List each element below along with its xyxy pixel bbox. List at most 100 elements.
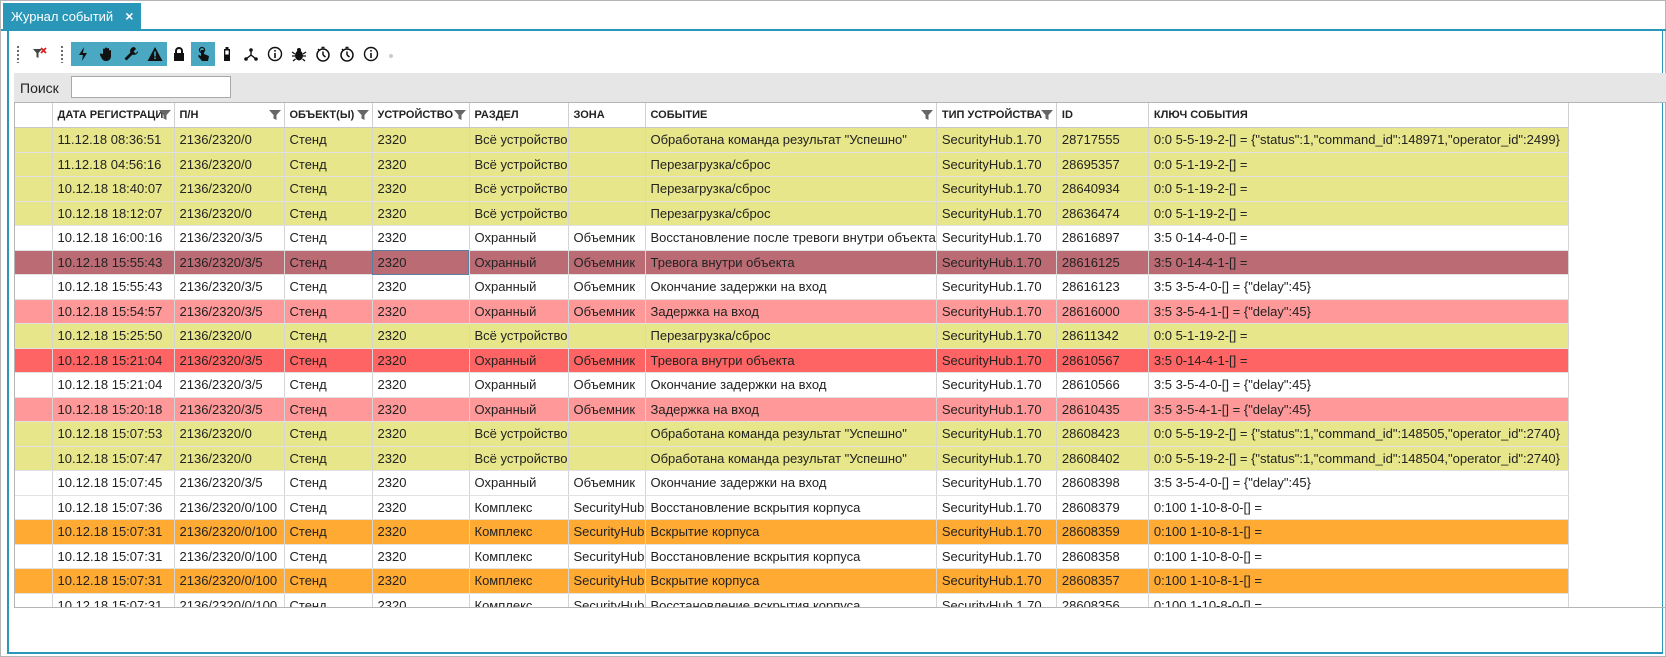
table-cell[interactable]: 2320 [372, 348, 470, 373]
table-cell[interactable]: 10.12.18 15:54:57 [52, 299, 175, 324]
table-cell[interactable]: 10.12.18 15:07:31 [52, 544, 175, 569]
table-row[interactable]: 10.12.18 15:54:57 2136/2320/3/5 Стенд 2320 О… [15, 299, 1569, 324]
table-cell[interactable]: Вскрытие корпуса [645, 519, 937, 545]
table-cell[interactable]: 0:100 1-10-8-1-[] = [1148, 519, 1569, 545]
search-input[interactable] [71, 76, 231, 98]
table-cell[interactable]: Окончание задержки на вход [645, 274, 937, 300]
table-cell[interactable]: 0:100 1-10-8-1-[] = [1148, 568, 1569, 594]
table-cell[interactable] [15, 544, 53, 569]
table-cell[interactable]: Стенд [284, 470, 373, 496]
table-cell[interactable]: 28610435 [1056, 397, 1149, 422]
table-cell[interactable]: Стенд [284, 397, 373, 422]
table-cell[interactable]: 0:100 1-10-8-0-[] = [1148, 544, 1569, 569]
table-cell[interactable]: Восстановление вскрытия корпуса [645, 544, 937, 569]
column-header[interactable]: ТИП УСТРОЙСТВА [936, 103, 1057, 128]
table-cell[interactable]: Стенд [284, 348, 373, 373]
table-cell[interactable]: SecurityHub.1.70 [936, 397, 1057, 422]
table-cell[interactable]: Восстановление вскрытия корпуса [645, 593, 937, 607]
table-cell[interactable]: 10.12.18 18:12:07 [52, 201, 175, 226]
toolbar-grip-icon[interactable] [59, 45, 65, 63]
table-cell[interactable]: SecurityHub.1.70 [936, 152, 1057, 177]
table-row[interactable]: 10.12.18 16:00:16 2136/2320/3/5 Стенд 2320 О… [15, 225, 1569, 251]
toolbar-button-network[interactable] [239, 42, 263, 66]
table-cell[interactable]: 0:100 1-10-8-0-[] = [1148, 593, 1569, 607]
table-cell[interactable]: Всё устройство [469, 201, 569, 226]
table-cell[interactable]: 0:0 5-5-19-2-[] = {"status":1,"command_i… [1148, 127, 1569, 153]
table-cell[interactable] [15, 470, 53, 496]
toolbar-button-lock[interactable] [167, 42, 191, 66]
table-cell[interactable]: 2136/2320/0 [174, 176, 285, 202]
table-cell[interactable]: Обработана команда результат "Успешно" [645, 421, 937, 447]
table-cell[interactable] [15, 372, 53, 398]
table-cell[interactable]: 10.12.18 15:07:53 [52, 421, 175, 447]
table-row[interactable]: 10.12.18 15:07:47 2136/2320/0 Стенд 2320 Всё… [15, 446, 1569, 471]
table-cell[interactable]: SecurityHub.1.70 [936, 176, 1057, 202]
table-cell[interactable]: 10.12.18 15:07:47 [52, 446, 175, 471]
table-cell[interactable]: Стенд [284, 176, 373, 202]
table-cell[interactable]: 2320 [372, 593, 470, 607]
table-cell[interactable]: 2136/2320/3/5 [174, 250, 285, 275]
table-cell[interactable] [568, 201, 646, 226]
table-cell[interactable]: 2136/2320/0/100 [174, 568, 285, 594]
table-cell[interactable] [15, 495, 53, 520]
table-cell[interactable]: SecurityHub [568, 568, 646, 594]
table-cell[interactable]: Комплекс [469, 495, 569, 520]
table-row[interactable]: 10.12.18 15:20:18 2136/2320/3/5 Стенд 2320 О… [15, 397, 1569, 422]
table-cell[interactable]: 28616123 [1056, 274, 1149, 300]
table-cell[interactable]: Всё устройство [469, 176, 569, 202]
table-cell[interactable]: Восстановление после тревоги внутри объе… [645, 225, 937, 251]
table-cell[interactable]: 10.12.18 15:55:43 [52, 274, 175, 300]
table-cell[interactable]: 2136/2320/3/5 [174, 348, 285, 373]
close-icon[interactable]: × [125, 8, 133, 24]
table-cell[interactable]: 2136/2320/3/5 [174, 274, 285, 300]
table-cell[interactable]: Объемник [568, 372, 646, 398]
table-cell[interactable]: Всё устройство [469, 323, 569, 349]
table-cell[interactable]: 2136/2320/0 [174, 421, 285, 447]
table-cell[interactable]: Охранный [469, 372, 569, 398]
table-cell[interactable] [15, 397, 53, 422]
table-cell[interactable]: 28611342 [1056, 323, 1149, 349]
table-cell[interactable]: SecurityHub.1.70 [936, 348, 1057, 373]
table-cell[interactable]: Объемник [568, 397, 646, 422]
table-cell[interactable]: Стенд [284, 495, 373, 520]
table-cell[interactable] [15, 421, 53, 447]
table-cell[interactable]: Обработана команда результат "Успешно" [645, 446, 937, 471]
table-cell[interactable]: Объемник [568, 470, 646, 496]
table-cell[interactable]: Тревога внутри объекта [645, 348, 937, 373]
table-cell[interactable]: 0:0 5-1-19-2-[] = [1148, 176, 1569, 202]
table-cell[interactable] [15, 201, 53, 226]
table-cell[interactable] [15, 176, 53, 202]
toolbar-button-bug[interactable] [287, 42, 311, 66]
table-cell[interactable]: Стенд [284, 323, 373, 349]
table-cell[interactable]: 3:5 0-14-4-1-[] = [1148, 250, 1569, 275]
toolbar-button-clear-filter[interactable] [27, 42, 51, 66]
table-cell[interactable]: SecurityHub.1.70 [936, 470, 1057, 496]
table-row[interactable]: 10.12.18 15:21:04 2136/2320/3/5 Стенд 2320 О… [15, 348, 1569, 373]
table-cell[interactable]: 28616000 [1056, 299, 1149, 324]
table-cell[interactable]: 3:5 3-5-4-0-[] = {"delay":45} [1148, 372, 1569, 398]
toolbar-button-lightning[interactable] [71, 42, 95, 66]
table-cell[interactable]: 10.12.18 16:00:16 [52, 225, 175, 251]
column-header[interactable] [15, 103, 53, 128]
table-cell[interactable] [15, 593, 53, 607]
table-cell[interactable]: Перезагрузка/сброс [645, 152, 937, 177]
filter-icon[interactable] [158, 109, 171, 121]
table-cell[interactable]: Стенд [284, 544, 373, 569]
table-cell[interactable]: SecurityHub [568, 519, 646, 545]
table-cell[interactable]: 2320 [372, 299, 470, 324]
table-cell[interactable]: 2136/2320/0 [174, 201, 285, 226]
table-row[interactable]: 10.12.18 15:07:31 2136/2320/0/100 Стенд 232… [15, 519, 1569, 545]
table-cell[interactable] [15, 348, 53, 373]
table-cell[interactable]: Перезагрузка/сброс [645, 176, 937, 202]
table-cell[interactable]: 10.12.18 15:07:31 [52, 593, 175, 607]
table-cell[interactable]: 2320 [372, 446, 470, 471]
table-cell[interactable]: 3:5 3-5-4-0-[] = {"delay":45} [1148, 470, 1569, 496]
table-cell[interactable]: 28608398 [1056, 470, 1149, 496]
table-row[interactable]: 10.12.18 18:12:07 2136/2320/0 Стенд 2320 Всё… [15, 201, 1569, 226]
table-cell[interactable]: 28608359 [1056, 519, 1149, 545]
table-cell[interactable]: 10.12.18 15:07:45 [52, 470, 175, 496]
table-cell[interactable]: Перезагрузка/сброс [645, 323, 937, 349]
column-header[interactable]: ID [1056, 103, 1149, 128]
table-cell[interactable]: 10.12.18 15:07:36 [52, 495, 175, 520]
table-cell[interactable]: 28640934 [1056, 176, 1149, 202]
